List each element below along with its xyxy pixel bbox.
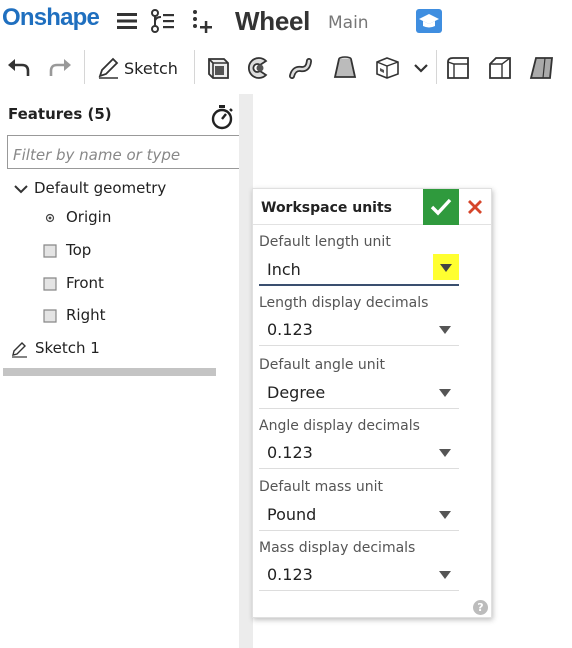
feature-toolbar: Sketch (0, 42, 572, 94)
plane-icon (43, 309, 57, 323)
angle-decimals-value: 0.123 (267, 443, 313, 462)
pencil-icon (98, 57, 119, 79)
length-unit-value: Inch (267, 260, 301, 279)
checkmark-icon (430, 198, 452, 216)
feature-item-label: Sketch 1 (35, 339, 100, 357)
chevron-down-icon (439, 326, 451, 334)
fillet-icon[interactable] (444, 54, 472, 82)
sweep-icon[interactable] (288, 54, 316, 82)
feature-item-label: Top (66, 241, 92, 259)
vertical-scrollbar[interactable] (239, 94, 253, 648)
origin-icon (45, 213, 55, 223)
mass-decimals-value: 0.123 (267, 565, 313, 584)
workspace-units-dialog: Workspace units Default length unit Inch… (252, 188, 492, 618)
sketch-button[interactable]: Sketch (94, 52, 186, 84)
help-icon[interactable]: ? (473, 600, 488, 615)
feature-item-right-plane[interactable]: Right (42, 304, 192, 328)
horizontal-scrollbar[interactable] (3, 368, 216, 376)
sketch-button-label: Sketch (124, 59, 178, 78)
mass-decimals-select[interactable]: 0.123 (259, 558, 459, 591)
chamfer-icon[interactable] (486, 54, 514, 82)
mass-unit-select[interactable]: Pound (259, 498, 459, 531)
feature-item-top-plane[interactable]: Top (42, 239, 192, 263)
mass-decimals-label: Mass display decimals (259, 540, 416, 556)
angle-decimals-label: Angle display decimals (259, 418, 420, 434)
draft-icon[interactable] (528, 54, 556, 82)
close-icon (468, 200, 482, 214)
plane-icon (43, 277, 57, 291)
extrude-icon[interactable] (204, 54, 232, 82)
revolve-icon[interactable] (246, 54, 274, 82)
chevron-down-icon (439, 449, 451, 457)
feature-item-label: Front (66, 274, 104, 292)
redo-icon[interactable] (46, 54, 74, 82)
undo-icon[interactable] (5, 54, 33, 82)
default-geometry-group[interactable]: Default geometry (12, 177, 212, 201)
toolbar-divider (84, 50, 85, 84)
mass-unit-label: Default mass unit (259, 479, 383, 495)
length-decimals-select[interactable]: 0.123 (259, 313, 459, 346)
thicken-icon[interactable] (374, 54, 402, 82)
dialog-header: Workspace units (253, 189, 491, 225)
toolbar-divider (194, 50, 195, 84)
feature-list-panel: Features (5) Default geometry Origin Top… (0, 94, 253, 648)
angle-unit-select[interactable]: Degree (259, 376, 459, 409)
feature-item-label: Origin (66, 208, 112, 226)
angle-unit-value: Degree (267, 383, 326, 402)
plane-icon (43, 244, 57, 258)
toolbar-divider (436, 50, 437, 84)
rollback-timer-icon[interactable] (209, 104, 235, 130)
feature-item-label: Right (66, 306, 106, 324)
menu-icon[interactable] (114, 8, 140, 34)
education-badge-icon[interactable] (416, 9, 442, 33)
highlighted-dropdown-arrow[interactable] (433, 254, 459, 280)
branch-name[interactable]: Main (328, 13, 369, 33)
length-decimals-label: Length display decimals (259, 295, 429, 311)
insert-icon[interactable] (189, 8, 215, 34)
feature-filter-input[interactable] (7, 135, 241, 169)
top-bar: Onshape Wheel Main (0, 0, 572, 42)
chevron-down-icon[interactable] (407, 54, 435, 82)
chevron-down-icon (439, 511, 451, 519)
length-decimals-value: 0.123 (267, 320, 313, 339)
features-header: Features (5) (8, 105, 112, 123)
feature-item-origin[interactable]: Origin (44, 206, 194, 230)
chevron-down-icon (439, 571, 451, 579)
chevron-down-icon (439, 389, 451, 397)
angle-decimals-select[interactable]: 0.123 (259, 436, 459, 469)
dialog-title: Workspace units (261, 200, 393, 216)
pencil-icon (12, 342, 27, 358)
onshape-logo[interactable]: Onshape (2, 4, 100, 32)
cancel-button[interactable] (459, 189, 491, 225)
accept-button[interactable] (423, 189, 459, 225)
default-geometry-label: Default geometry (34, 179, 167, 197)
length-unit-select[interactable]: Inch (259, 253, 459, 286)
feature-item-front-plane[interactable]: Front (42, 272, 192, 296)
document-title[interactable]: Wheel (235, 6, 310, 37)
length-unit-label: Default length unit (259, 234, 391, 250)
chevron-down-icon[interactable] (12, 180, 30, 198)
version-graph-icon[interactable] (150, 8, 176, 34)
mass-unit-value: Pound (267, 505, 317, 524)
angle-unit-label: Default angle unit (259, 357, 386, 373)
feature-item-sketch-1[interactable]: Sketch 1 (10, 337, 190, 361)
chevron-down-icon (440, 264, 452, 272)
loft-icon[interactable] (331, 54, 359, 82)
